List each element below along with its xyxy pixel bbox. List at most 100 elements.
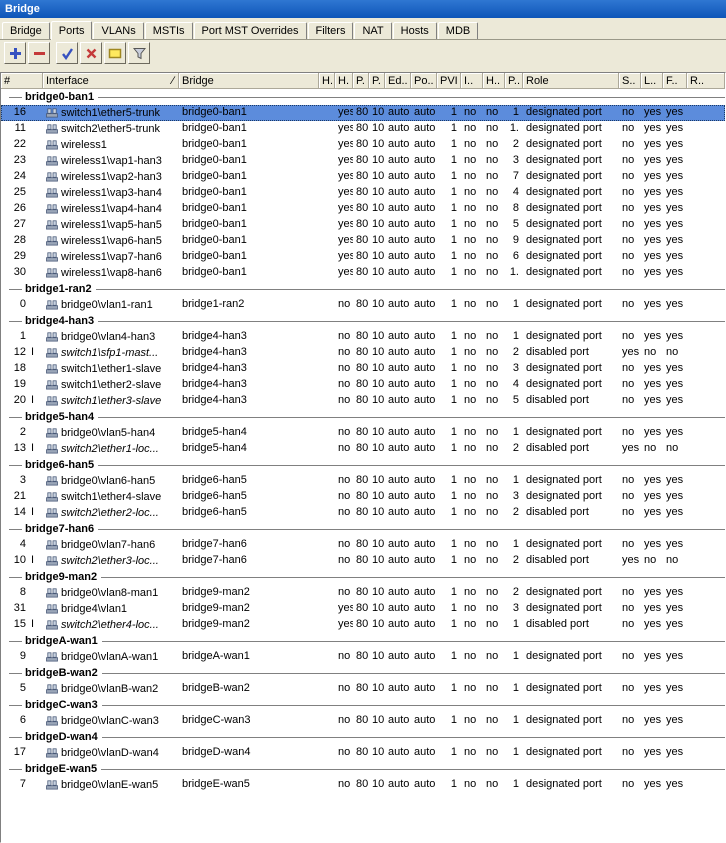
cell-edge: auto xyxy=(388,442,410,454)
table-row[interactable]: 23wireless1\vap1-han3bridge0-ban1yes8010… xyxy=(1,153,725,169)
column-header-16[interactable]: F.. xyxy=(663,73,687,89)
table-row[interactable]: 21 switch1\ether4-slave bridge6-han5 no 80 10… xyxy=(1,489,725,505)
tab-filters[interactable]: Filters xyxy=(307,22,354,39)
column-header-5[interactable]: P.. xyxy=(353,73,369,89)
cell-priority: 80 xyxy=(356,346,369,358)
tab-mdb[interactable]: MDB xyxy=(437,22,479,39)
table-row[interactable]: 20 Iswitch1\ether3-slave bridge4-han3 no 80 1… xyxy=(1,393,725,409)
column-header-4[interactable]: H.. xyxy=(335,73,353,89)
cell-h-flag: no xyxy=(486,154,499,166)
filter-button[interactable] xyxy=(128,42,150,64)
table-row[interactable]: 30wireless1\vap8-han6bridge0-ban1yes8010… xyxy=(1,265,725,281)
cell-ingress-filtering: no xyxy=(464,746,477,758)
cell-root-cost xyxy=(687,217,725,233)
comment-button[interactable] xyxy=(104,42,126,64)
cell-point-to-point: auto xyxy=(414,554,436,566)
table-row[interactable]: 0 bridge0\vlan1-ran1 bridge1-ran2 no 80 10 aut… xyxy=(1,297,725,313)
table-row[interactable]: 18 switch1\ether1-slave bridge4-han3 no 80 10… xyxy=(1,361,725,377)
table-row[interactable]: 3 bridge0\vlan6-han5 bridge6-han5 no 80 10 aut… xyxy=(1,473,725,489)
table-row[interactable]: 12 Iswitch1\sfp1-mast... bridge4-han3 no 80 1… xyxy=(1,345,725,361)
column-header-11[interactable]: H.. xyxy=(483,73,505,89)
cell-status: no xyxy=(622,266,635,278)
cell-interface: bridge0\vlan7-han6 xyxy=(43,537,179,553)
group-header: bridge6-han5 xyxy=(1,457,725,473)
cell-hw-offload: no xyxy=(338,298,351,310)
cell-h-flag: no xyxy=(486,490,499,502)
tab-vlans[interactable]: VLANs xyxy=(93,22,144,39)
add-button[interactable] xyxy=(4,42,26,64)
cell-status: yes xyxy=(622,442,640,454)
table-row[interactable]: 10 I switch2\ether3-loc... bridge7-han6 no 80… xyxy=(1,553,725,569)
tab-port-mst-overrides[interactable]: Port MST Overrides xyxy=(193,22,307,39)
tab-mstis[interactable]: MSTIs xyxy=(144,22,193,39)
cell-pvid: 1 xyxy=(450,394,457,406)
table-row[interactable]: 11switch2\ether5-trunkbridge0-ban1yes801… xyxy=(1,121,725,137)
table-row[interactable]: 25wireless1\vap3-han4bridge0-ban1yes8010… xyxy=(1,185,725,201)
cell-bridge: bridge0-ban1 xyxy=(182,170,247,182)
table-row[interactable]: 13 I switch2\ether1-loc... bridge5-han4 no 80… xyxy=(1,441,725,457)
table-row[interactable]: 2 bridge0\vlan5-han4 bridge5-han4 no 80 10 aut… xyxy=(1,425,725,441)
cell-root-cost xyxy=(687,137,725,153)
column-header-6[interactable]: P.. xyxy=(369,73,385,89)
column-header-14[interactable]: S.. xyxy=(619,73,641,89)
remove-button[interactable] xyxy=(28,42,50,64)
cell-role: designated port xyxy=(526,250,602,262)
disable-button[interactable] xyxy=(80,42,102,64)
table-row[interactable]: 6 bridge0\vlanC-wan3 bridgeC-wan3 no 80 10 aut… xyxy=(1,713,725,729)
tab-nat[interactable]: NAT xyxy=(354,22,392,39)
column-header-17[interactable]: R.. xyxy=(687,73,725,89)
enable-button[interactable] xyxy=(56,42,78,64)
cell-path-cost: 10 xyxy=(372,298,385,310)
cell-priority: 80 xyxy=(356,650,369,662)
column-header-0[interactable]: # xyxy=(1,73,43,89)
table-row[interactable]: 19 switch1\ether2-slave bridge4-han3 no 80 10… xyxy=(1,377,725,393)
column-header-1[interactable]: Interface ∕ xyxy=(43,73,179,89)
table-row[interactable]: 1 bridge0\vlan4-han3 bridge4-han3 no 80 10 aut… xyxy=(1,329,725,345)
table-row[interactable]: 29wireless1\vap7-han6bridge0-ban1yes8010… xyxy=(1,249,725,265)
cell-number: 21 xyxy=(13,490,26,502)
table-row[interactable]: 8 bridge0\vlan8-man1 bridge9-man2 no 80 10 aut… xyxy=(1,585,725,601)
interface-icon xyxy=(46,540,58,550)
table-row[interactable]: 14 I switch2\ether2-loc... bridge6-han5 no 80… xyxy=(1,505,725,521)
tab-hosts[interactable]: Hosts xyxy=(392,22,437,39)
cell-path-cost: 10 xyxy=(372,714,385,726)
column-header-15[interactable]: L.. xyxy=(641,73,663,89)
table-row[interactable]: 4 bridge0\vlan7-han6 bridge7-han6 no 80 10 aut… xyxy=(1,537,725,553)
table-row[interactable]: 31bridge4\vlan1bridge9-man2yes8010autoau… xyxy=(1,601,725,617)
column-header-3[interactable]: H.. xyxy=(319,73,335,89)
cell-horizon xyxy=(319,201,335,217)
group-header: bridge7-han6 xyxy=(1,521,725,537)
tab-ports[interactable]: Ports xyxy=(50,21,93,40)
table-row[interactable]: 24wireless1\vap2-han3bridge0-ban1yes8010… xyxy=(1,169,725,185)
table-row[interactable]: 27wireless1\vap5-han5bridge0-ban1yes8010… xyxy=(1,217,725,233)
column-header-12[interactable]: P.. xyxy=(505,73,523,89)
cell-learning: no xyxy=(644,346,657,358)
cell-interface: bridge0\vlanA-wan1 xyxy=(43,649,179,665)
column-header-13[interactable]: Role xyxy=(523,73,619,89)
cell-role: designated port xyxy=(526,266,602,278)
cell-number: 22 xyxy=(13,138,26,150)
column-header-8[interactable]: Po.. xyxy=(411,73,437,89)
column-header-10[interactable]: I.. xyxy=(461,73,483,89)
table-row[interactable]: 28wireless1\vap6-han5bridge0-ban1yes8010… xyxy=(1,233,725,249)
table-row[interactable]: 16switch1\ether5-trunkbridge0-ban1yes801… xyxy=(1,105,725,121)
cell-role: disabled port xyxy=(526,394,589,406)
group-line-right xyxy=(101,640,725,642)
column-header-9[interactable]: PVID xyxy=(437,73,461,89)
table-row[interactable]: 15Iswitch2\ether4-loc...bridge9-man2yes8… xyxy=(1,617,725,633)
table-row[interactable]: 22wireless1bridge0-ban1yes8010autoauto1n… xyxy=(1,137,725,153)
table-row[interactable]: 7 bridge0\vlanE-wan5 bridgeE-wan5 no 80 10 aut… xyxy=(1,777,725,793)
cell-interface: switch1\ether5-trunk xyxy=(43,105,179,121)
column-header-2[interactable]: Bridge xyxy=(179,73,319,89)
tab-bridge[interactable]: Bridge xyxy=(2,22,50,39)
column-header-7[interactable]: Ed.. xyxy=(385,73,411,89)
interface-icon xyxy=(46,684,58,694)
table-row[interactable]: 17 bridge0\vlanD-wan4 bridgeD-wan4 no 80 10 au… xyxy=(1,745,725,761)
cell-status: no xyxy=(622,618,635,630)
cell-status: no xyxy=(622,490,635,502)
cell-number: 16 xyxy=(13,106,26,118)
table-row[interactable]: 26wireless1\vap4-han4bridge0-ban1yes8010… xyxy=(1,201,725,217)
cell-root-cost xyxy=(687,265,725,281)
table-row[interactable]: 9 bridge0\vlanA-wan1 bridgeA-wan1 no 80 10 aut… xyxy=(1,649,725,665)
table-row[interactable]: 5 bridge0\vlanB-wan2 bridgeB-wan2 no 80 10 aut… xyxy=(1,681,725,697)
